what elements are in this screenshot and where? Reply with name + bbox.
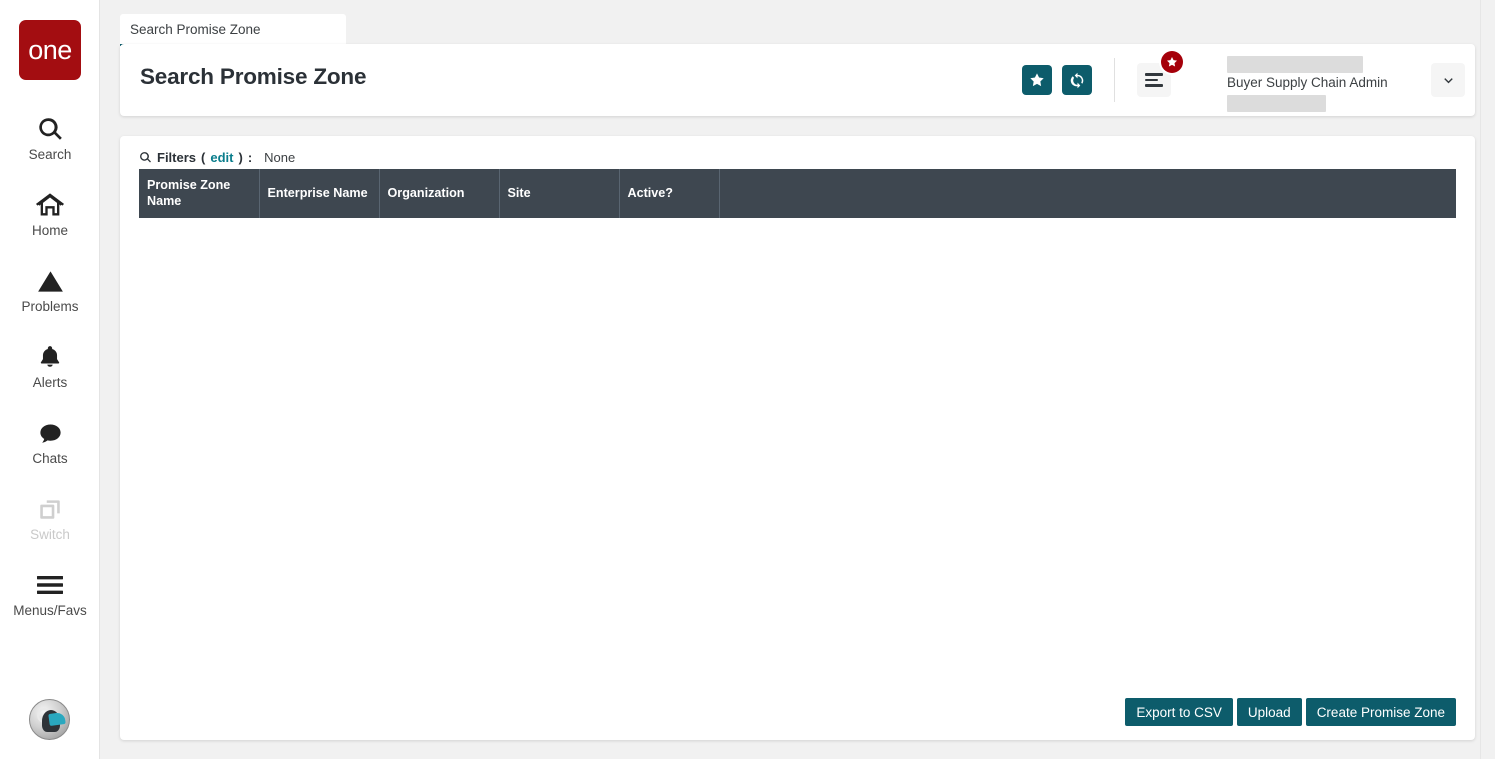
sidebar-item-search[interactable]: Search [0, 100, 100, 176]
upload-button[interactable]: Upload [1236, 698, 1302, 726]
warning-icon [37, 265, 64, 297]
filters-paren-close: ) [238, 150, 243, 165]
results-panel: Filters ( edit): None Promise Zone Name En… [120, 136, 1475, 740]
avatar[interactable] [29, 699, 70, 740]
chevron-down-icon [1441, 73, 1456, 88]
search-icon [139, 151, 152, 164]
table-column-header[interactable]: Active? [619, 169, 720, 219]
page-scrollbar[interactable] [1480, 0, 1495, 759]
header-divider [1114, 58, 1115, 102]
sidebar-item-label: Menus/Favs [13, 603, 87, 619]
table-actions: Export to CSV Upload Create Promise Zone [1125, 698, 1456, 726]
sidebar-item-label: Problems [21, 299, 79, 315]
chat-icon [37, 417, 64, 449]
sidebar-item-label: Chats [32, 451, 68, 467]
table-column-header[interactable]: Organization [379, 169, 500, 219]
sidebar-item-menus-favs[interactable]: Menus/Favs [0, 556, 100, 632]
user-role-label: Buyer Supply Chain Admin [1227, 75, 1388, 90]
sidebar-item-alerts[interactable]: Alerts [0, 328, 100, 404]
page-title: Search Promise Zone [140, 64, 367, 89]
table-header-row: Promise Zone Name Enterprise Name Organiza… [139, 169, 1456, 219]
favorite-button[interactable] [1022, 65, 1052, 95]
tab-strip: Search Promise Zone [101, 0, 1495, 48]
hamburger-menu-icon [1145, 70, 1163, 90]
sidebar-item-switch[interactable]: Switch [0, 480, 100, 556]
redacted-user-detail [1227, 95, 1326, 112]
filters-colon: : [247, 150, 253, 165]
bell-icon [37, 341, 63, 373]
promise-zone-table: Promise Zone Name Enterprise Name Organiza… [139, 169, 1456, 219]
refresh-icon [1069, 72, 1086, 89]
tab-search-promise-zone[interactable]: Search Promise Zone [120, 14, 346, 46]
sidebar-nav: Search Home Problems Alerts Chats Switch… [0, 100, 100, 632]
star-icon [1029, 72, 1045, 88]
home-icon [36, 189, 64, 221]
sidebar-item-label: Home [31, 223, 68, 239]
table-column-header[interactable]: Site [499, 169, 620, 219]
create-promise-zone-button[interactable]: Create Promise Zone [1305, 698, 1456, 726]
search-icon [37, 113, 64, 145]
filters-edit-link[interactable]: edit [210, 150, 233, 165]
page-header: Search Promise Zone Buyer Supply Chain A… [120, 44, 1475, 116]
redacted-user-name [1227, 56, 1363, 73]
sidebar-item-label: Search [28, 147, 72, 163]
table-column-header[interactable]: Promise Zone Name [139, 169, 260, 219]
logo-text: one [28, 34, 72, 65]
table-column-header[interactable] [719, 169, 1456, 219]
sidebar-item-label: Alerts [32, 375, 68, 391]
filters-paren-open: ( [201, 150, 206, 165]
table-column-header[interactable]: Enterprise Name [259, 169, 380, 219]
sidebar-item-chats[interactable]: Chats [0, 404, 100, 480]
star-badge-icon [1161, 51, 1183, 73]
export-to-csv-button[interactable]: Export to CSV [1125, 698, 1233, 726]
refresh-button[interactable] [1062, 65, 1092, 95]
app-logo[interactable]: one [19, 20, 81, 80]
application-window: one Search Home Problems Alerts Chats Sw… [0, 0, 1495, 759]
left-sidebar: one Search Home Problems Alerts Chats Sw… [0, 0, 100, 759]
sidebar-item-label: Switch [30, 527, 70, 543]
filters-value: None [264, 150, 296, 165]
tab-label: Search Promise Zone [130, 21, 261, 37]
hamburger-icon [36, 569, 64, 601]
switch-icon [37, 493, 63, 525]
header-actions: Buyer Supply Chain Admin [1022, 44, 1465, 116]
sidebar-item-problems[interactable]: Problems [0, 252, 100, 328]
user-menu-button[interactable] [1431, 63, 1465, 97]
user-info: Buyer Supply Chain Admin [1227, 44, 1423, 116]
results-table-wrap: Promise Zone Name Enterprise Name Organiza… [139, 169, 1456, 219]
avatar-highlight [48, 711, 66, 727]
filters-label: Filters [157, 150, 197, 165]
filters-bar: Filters ( edit): None [139, 150, 295, 165]
page-menu-button[interactable] [1137, 51, 1183, 97]
sidebar-item-home[interactable]: Home [0, 176, 100, 252]
